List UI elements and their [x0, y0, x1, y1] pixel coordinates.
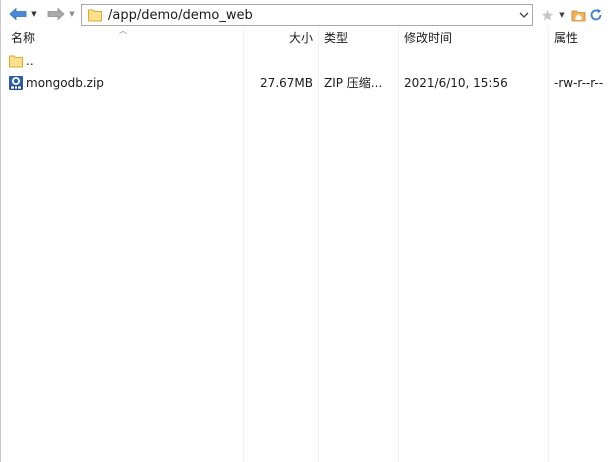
- home-button[interactable]: [569, 5, 587, 25]
- file-name: mongodb.zip: [26, 76, 104, 90]
- forward-button[interactable]: [45, 4, 67, 24]
- chevron-down-icon: ▼: [69, 10, 75, 18]
- file-attributes: -rw-r--r--: [554, 76, 604, 90]
- forward-arrow-icon: [47, 7, 65, 21]
- address-bar[interactable]: /app/demo/demo_web: [81, 4, 533, 26]
- refresh-button[interactable]: [587, 5, 605, 25]
- address-path[interactable]: /app/demo/demo_web: [106, 8, 516, 23]
- right-toolbar: ▼: [539, 4, 605, 26]
- forward-history-dropdown[interactable]: ▼: [67, 4, 77, 24]
- back-button[interactable]: [7, 4, 29, 24]
- chevron-down-icon: [519, 12, 529, 18]
- column-attributes[interactable]: 属性: [548, 27, 615, 50]
- folder-icon: [84, 5, 106, 25]
- column-name[interactable]: 名称: [5, 27, 243, 50]
- file-modified: 2021/6/10, 15:56: [404, 76, 508, 90]
- column-type[interactable]: 类型: [318, 27, 398, 50]
- folder-icon: [7, 50, 25, 72]
- zip-file-icon: [7, 72, 25, 94]
- column-header: ︿ 名称 大小 类型 修改时间 属性: [1, 26, 615, 50]
- bookmark-button[interactable]: [539, 5, 555, 25]
- file-browser-window: ▼ ▼ /app/demo/demo_web ▼ ︿ 名称 大小 类型 修改时间…: [0, 0, 615, 462]
- column-modified[interactable]: 修改时间: [398, 27, 548, 50]
- column-size[interactable]: 大小: [243, 27, 318, 50]
- chevron-down-icon: ▼: [559, 11, 565, 19]
- chevron-down-icon: ▼: [31, 10, 37, 18]
- back-history-dropdown[interactable]: ▼: [29, 4, 39, 24]
- bookmark-dropdown[interactable]: ▼: [555, 5, 569, 25]
- file-row-parent[interactable]: ..: [1, 50, 615, 72]
- refresh-icon: [590, 9, 602, 21]
- back-arrow-icon: [9, 7, 27, 21]
- toolbar: ▼ ▼ /app/demo/demo_web ▼: [1, 0, 615, 30]
- file-size: 27.67MB: [260, 76, 313, 90]
- file-row[interactable]: mongodb.zip 27.67MB ZIP 压缩... 2021/6/10,…: [1, 72, 615, 94]
- file-name: ..: [26, 54, 34, 68]
- home-folder-icon: [571, 10, 585, 22]
- address-history-dropdown[interactable]: [516, 5, 532, 25]
- star-icon: [541, 9, 553, 21]
- file-type: ZIP 压缩...: [324, 76, 383, 90]
